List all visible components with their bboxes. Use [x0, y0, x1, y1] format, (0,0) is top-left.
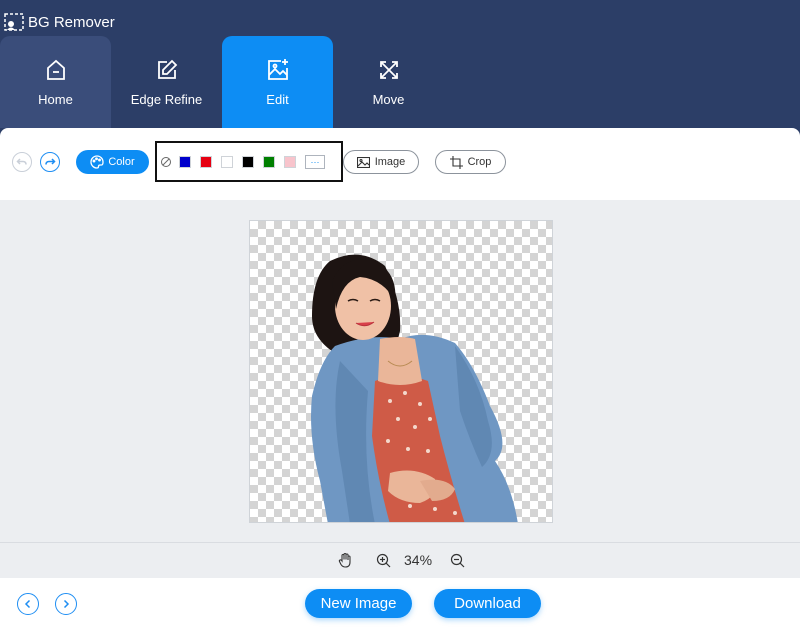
tab-edge-refine[interactable]: Edge Refine — [111, 36, 222, 128]
tab-move[interactable]: Move — [333, 36, 444, 128]
bg-remover-logo-icon — [4, 13, 24, 31]
crop-button[interactable]: Crop — [435, 150, 506, 174]
chevron-left-icon — [24, 599, 31, 609]
cutout-subject-image — [311, 254, 518, 522]
zoom-bar: 34% — [0, 542, 800, 578]
zoom-out-icon[interactable] — [450, 553, 465, 568]
palette-icon — [90, 155, 104, 169]
canvas-area — [0, 200, 800, 542]
swatch-green[interactable] — [263, 156, 275, 168]
tab-edge-refine-label: Edge Refine — [130, 92, 203, 107]
redo-icon — [45, 158, 56, 165]
app-header: BG Remover Home Edge Refine Edit Move — [0, 0, 800, 128]
tab-edit-label: Edit — [266, 92, 289, 107]
hand-pan-icon[interactable] — [337, 552, 353, 568]
tab-edit[interactable]: Edit — [222, 36, 333, 128]
tab-move-label: Move — [372, 92, 405, 107]
app-title-bar: BG Remover — [4, 11, 115, 33]
swatch-blue[interactable] — [179, 156, 191, 168]
zoom-in-icon[interactable] — [376, 553, 391, 568]
image-icon — [356, 156, 370, 168]
footer-bar: New Image Download — [0, 578, 800, 630]
swatch-pink[interactable] — [284, 156, 296, 168]
chevron-right-icon — [63, 599, 70, 609]
undo-button[interactable] — [12, 152, 32, 172]
home-icon — [46, 59, 65, 80]
next-button[interactable] — [55, 593, 77, 615]
swatch-white[interactable] — [221, 156, 233, 168]
color-swatch-row: ··· — [160, 155, 325, 169]
tab-home[interactable]: Home — [0, 36, 111, 128]
app-title: BG Remover — [28, 13, 115, 31]
previous-button[interactable] — [17, 593, 39, 615]
image-background-button[interactable]: Image — [343, 150, 419, 174]
color-button[interactable]: Color — [76, 150, 149, 174]
color-button-label: Color — [108, 156, 135, 168]
tab-home-label: Home — [38, 92, 73, 107]
move-icon — [379, 61, 398, 79]
more-colors-button[interactable]: ··· — [305, 155, 325, 169]
redo-button[interactable] — [40, 152, 60, 172]
main-tabs: Home Edge Refine Edit Move — [0, 36, 444, 128]
image-preview[interactable] — [249, 220, 553, 523]
crop-button-label: Crop — [467, 156, 492, 168]
image-button-label: Image — [374, 156, 406, 168]
zoom-level-readout: 34% — [404, 552, 433, 568]
undo-icon — [16, 158, 27, 165]
swatch-black[interactable] — [242, 156, 254, 168]
crop-icon — [449, 155, 463, 169]
download-button[interactable]: Download — [434, 589, 541, 618]
edit-square-icon — [157, 59, 177, 79]
image-edit-icon — [267, 59, 288, 80]
no-color-icon[interactable] — [160, 156, 172, 168]
edit-toolbar: Color ··· Image Crop — [0, 128, 800, 200]
new-image-button[interactable]: New Image — [305, 589, 412, 618]
swatch-red[interactable] — [200, 156, 212, 168]
